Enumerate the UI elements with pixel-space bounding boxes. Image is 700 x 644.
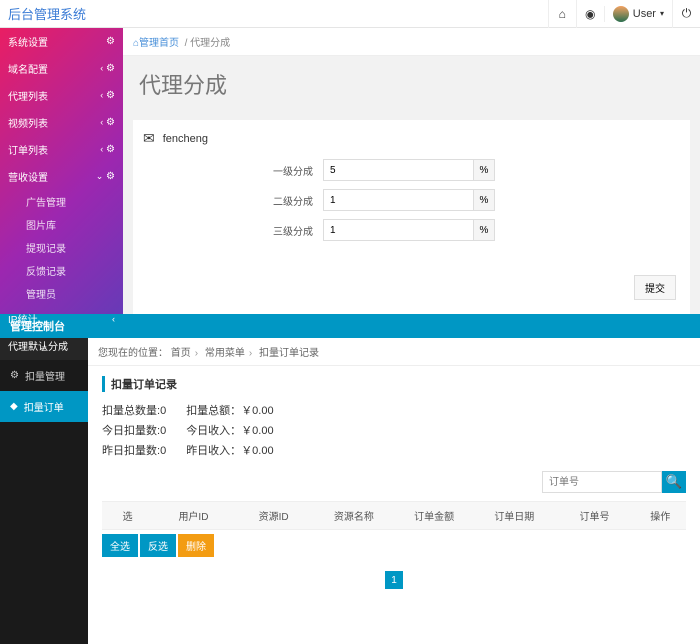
diamond-icon: ◆ (10, 401, 18, 412)
avatar (613, 6, 629, 22)
stats-block: 扣量总数量:0 扣量总额：￥0.00 今日扣量数:0 今日收入：￥0.00 昨日… (102, 402, 686, 461)
th-resname: 资源名称 (314, 502, 394, 529)
chevron-left-icon: ‹ (100, 90, 103, 100)
th-select: 选 (102, 502, 153, 529)
power-icon[interactable]: ⏻ (672, 0, 700, 28)
sidebar-sub-admin[interactable]: 管理员 (18, 282, 123, 305)
sidebar-item-system[interactable]: 系统设置⚙ (0, 28, 123, 55)
sidebar-item-default-split[interactable]: 代理默认分成⚙ (0, 332, 123, 359)
gear-icon: ⚙ (106, 144, 115, 155)
percent-button[interactable]: % (473, 189, 495, 211)
input-level3[interactable] (323, 219, 473, 241)
search-input[interactable] (542, 471, 662, 493)
crumb-current: 扣量订单记录 (259, 348, 319, 359)
section-subtitle: 扣量订单记录 (102, 376, 686, 392)
invert-select-button[interactable]: 反选 (140, 534, 176, 557)
console-inner: 扣量订单记录 扣量总数量:0 扣量总额：￥0.00 今日扣量数:0 今日收入：￥… (88, 366, 700, 644)
envelope-icon: ✉ (143, 130, 155, 147)
percent-button[interactable]: % (473, 219, 495, 241)
top-header: 后台管理系统 ⌂ ◉ User ▾ ⏻ (0, 0, 700, 28)
table-header-row: 选 用户ID 资源ID 资源名称 订单金额 订单日期 订单号 操作 (102, 501, 686, 530)
console-breadcrumb: 您现在的位置： 首页› 常用菜单› 扣量订单记录 (88, 338, 700, 366)
brand-title: 后台管理系统 (0, 4, 548, 23)
th-date: 订单日期 (474, 502, 554, 529)
gear-icon: ⚙ (106, 340, 115, 351)
label-level3: 三级分成 (143, 223, 323, 238)
label-level1: 一级分成 (143, 163, 323, 178)
bulk-actions: 全选 反选 删除 (102, 534, 686, 557)
user-label: User (633, 8, 656, 20)
chevron-left-icon: ‹ (100, 117, 103, 127)
user-menu[interactable]: User ▾ (604, 6, 672, 22)
breadcrumb-current: 代理分成 (190, 38, 230, 49)
search-row: 🔍 (102, 471, 686, 493)
chevron-left-icon: ‹ (100, 144, 103, 154)
form-row-level1: 一级分成 % (143, 159, 680, 181)
section-agent: 系统设置⚙ 域名配置‹ ⚙ 代理列表‹ ⚙ 视频列表‹ ⚙ 订单列表‹ ⚙ 营收… (0, 28, 700, 314)
label-level2: 二级分成 (143, 193, 323, 208)
sidebar-item-video[interactable]: 视频列表‹ ⚙ (0, 109, 123, 136)
chevron-down-icon: ⌄ (96, 171, 104, 181)
th-orderno: 订单号 (554, 502, 634, 529)
th-action: 操作 (635, 502, 686, 529)
sidebar-sub-images[interactable]: 图片库 (18, 213, 123, 236)
th-amount: 订单金额 (394, 502, 474, 529)
chevron-left-icon: ‹ (100, 63, 103, 73)
panel-name: fencheng (163, 133, 208, 145)
th-resid: 资源ID (234, 502, 314, 529)
page-title: 代理分成 (123, 56, 700, 112)
percent-button[interactable]: % (473, 159, 495, 181)
search-button[interactable]: 🔍 (662, 471, 686, 493)
sidebar-sub-withdraw[interactable]: 提现记录 (18, 236, 123, 259)
console-sidebar: ≡ ⚙扣量管理 ◆扣量订单 (0, 338, 88, 644)
sidebar-submenu: 广告管理 图片库 提现记录 反馈记录 管理员 (0, 190, 123, 305)
gear-icon: ⚙ (106, 117, 115, 128)
gear-icon: ⚙ (106, 36, 115, 47)
input-level2[interactable] (323, 189, 473, 211)
page-current[interactable]: 1 (385, 571, 403, 589)
breadcrumb: ⌂管理首页 / 代理分成 (123, 28, 700, 56)
split-form-panel: ✉ fencheng 一级分成 % 二级分成 % 三级分成 % 提交 (133, 120, 690, 314)
submit-button[interactable]: 提交 (634, 275, 676, 300)
panel-header: ✉ fencheng (143, 130, 680, 147)
sidebar-main: 系统设置⚙ 域名配置‹ ⚙ 代理列表‹ ⚙ 视频列表‹ ⚙ 订单列表‹ ⚙ 营收… (0, 28, 123, 314)
form-row-level3: 三级分成 % (143, 219, 680, 241)
sidebar-item-revenue[interactable]: 营收设置⌄ ⚙ (0, 163, 123, 190)
form-row-level2: 二级分成 % (143, 189, 680, 211)
gear-icon: ⚙ (10, 370, 19, 381)
chevron-left-icon: ‹ (112, 314, 115, 324)
home-icon[interactable]: ⌂ (548, 0, 576, 28)
sidebar-item-ip[interactable]: IP统计‹ (0, 305, 123, 332)
pagination: 1 (102, 571, 686, 589)
crumb-home[interactable]: 首页 (171, 348, 191, 359)
sidebar2-item-manage[interactable]: ⚙扣量管理 (0, 360, 88, 391)
sidebar-item-agent-list[interactable]: 代理列表‹ ⚙ (0, 82, 123, 109)
gear-icon: ⚙ (106, 90, 115, 101)
select-all-button[interactable]: 全选 (102, 534, 138, 557)
sidebar-sub-ad[interactable]: 广告管理 (18, 190, 123, 213)
gear-icon: ⚙ (106, 63, 115, 74)
camera-icon[interactable]: ◉ (576, 0, 604, 28)
console-body: ≡ ⚙扣量管理 ◆扣量订单 您现在的位置： 首页› 常用菜单› 扣量订单记录 扣… (0, 338, 700, 644)
gear-icon: ⚙ (106, 171, 115, 182)
th-userid: 用户ID (153, 502, 233, 529)
breadcrumb-home[interactable]: ⌂管理首页 (133, 38, 179, 49)
chevron-down-icon: ▾ (660, 9, 664, 18)
crumb-menu[interactable]: 常用菜单 (205, 348, 245, 359)
content-agent: ⌂管理首页 / 代理分成 代理分成 ✉ fencheng 一级分成 % 二级分成… (123, 28, 700, 314)
sidebar2-item-orders[interactable]: ◆扣量订单 (0, 391, 88, 422)
search-icon: 🔍 (666, 474, 683, 490)
delete-button[interactable]: 删除 (178, 534, 214, 557)
input-level1[interactable] (323, 159, 473, 181)
header-actions: ⌂ ◉ User ▾ ⏻ (548, 0, 700, 28)
sidebar-sub-feedback[interactable]: 反馈记录 (18, 259, 123, 282)
sidebar-item-orders[interactable]: 订单列表‹ ⚙ (0, 136, 123, 163)
console-content: 您现在的位置： 首页› 常用菜单› 扣量订单记录 扣量订单记录 扣量总数量:0 … (88, 338, 700, 644)
section-console: 管理控制台 ≡ ⚙扣量管理 ◆扣量订单 您现在的位置： 首页› 常用菜单› 扣量… (0, 314, 700, 644)
sidebar-item-domain[interactable]: 域名配置‹ ⚙ (0, 55, 123, 82)
